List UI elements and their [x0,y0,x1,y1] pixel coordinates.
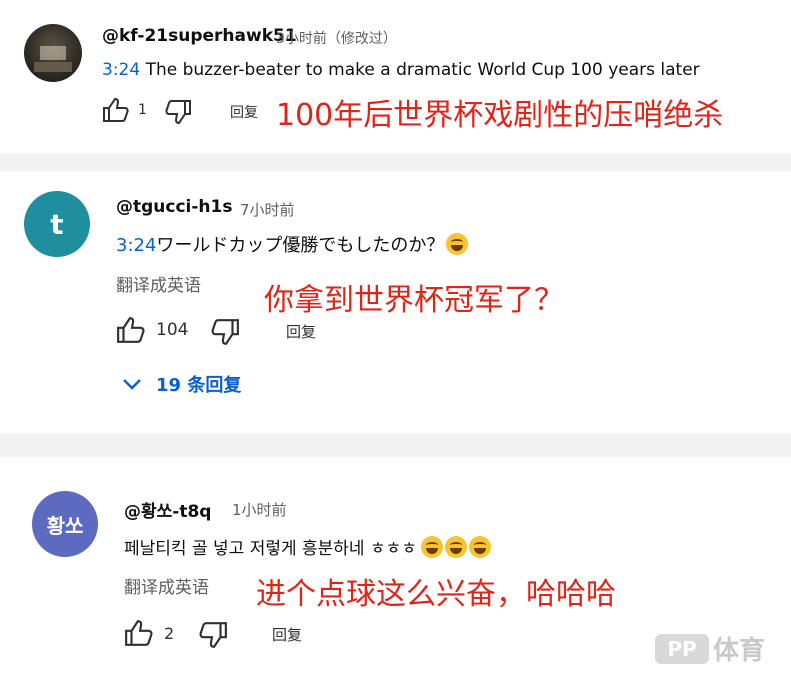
translation-overlay: 100年后世界杯戏剧性的压哨绝杀 [276,98,724,133]
timestamp-link[interactable]: 3:24 [116,235,156,256]
like-button[interactable]: 1 [102,97,147,123]
reply-button[interactable]: 回复 [230,102,258,122]
dislike-button[interactable] [198,621,228,649]
thumbs-up-icon [117,317,145,343]
laughing-emoji-icon [446,233,469,255]
chevron-down-icon [123,379,141,390]
comment-body: 페날티킥 골 넣고 저렇게 흥분하네 ㅎㅎㅎ [124,539,417,559]
comment-body: ワールドカップ優勝でもしたのか？ [156,235,445,256]
avatar[interactable]: t [24,191,90,257]
separator [0,153,791,171]
watermark-logo: PP [654,633,709,664]
comment-1: @kf-21superhawk51 3小时前（修改过） 3:24 The buz… [0,0,791,153]
laughing-emoji-icon [444,536,467,558]
comment-time: 1小时前 [232,501,287,519]
comment-text: 페날티킥 골 넣고 저렇게 흥분하네 ㅎㅎㅎ [124,534,491,559]
dislike-button[interactable] [210,318,240,346]
comment-time: 3小时前（修改过） [276,31,397,47]
thumbs-up-icon [125,620,153,646]
comment-body: The buzzer-beater to make a dramatic Wor… [145,60,700,80]
translate-button[interactable]: 翻译成英语 [124,573,209,598]
comment-author[interactable]: @kf-21superhawk51 [102,26,297,46]
comment-author[interactable]: @tgucci-h1s [116,197,233,217]
comment-text: 3:24ワールドカップ優勝でもしたのか？ [116,231,469,257]
like-button[interactable]: 2 [124,619,174,647]
avatar[interactable]: 황쏘 [32,491,98,557]
separator [0,433,791,457]
comment-2: t @tgucci-h1s 7小时前 3:24ワールドカップ優勝でもしたのか？ … [0,171,791,433]
dislike-button[interactable] [164,99,192,125]
comment-text: 3:24 The buzzer-beater to make a dramati… [102,60,700,80]
view-replies-button[interactable]: 19 条回复 [122,371,241,397]
thumbs-down-icon [165,100,191,125]
thumbs-up-icon [103,97,129,122]
translation-overlay: 你拿到世界杯冠军了？ [264,283,564,318]
watermark-label: 体育 [712,636,765,666]
like-button[interactable]: 104 [116,316,188,344]
laughing-emoji-icon [468,536,491,558]
like-count: 1 [138,102,147,118]
reply-button[interactable]: 回复 [272,624,302,645]
reply-button[interactable]: 回复 [286,321,316,342]
comment-author[interactable]: @황쏘-t8q [124,497,211,522]
thumbs-down-icon [211,319,239,345]
translation-overlay: 进个点球这么兴奋，哈哈哈 [256,577,616,612]
timestamp-link[interactable]: 3:24 [102,60,140,80]
comment-time: 7小时前 [240,201,295,219]
laughing-emoji-icon [420,536,443,558]
translate-button[interactable]: 翻译成英语 [116,271,201,296]
watermark: PP 体育 [654,630,765,667]
replies-count-label: 19 条回复 [156,375,242,396]
thumbs-down-icon [199,622,227,648]
avatar-image-icon [34,46,72,72]
like-count: 2 [164,623,175,643]
avatar[interactable] [24,24,82,82]
like-count: 104 [156,320,189,340]
